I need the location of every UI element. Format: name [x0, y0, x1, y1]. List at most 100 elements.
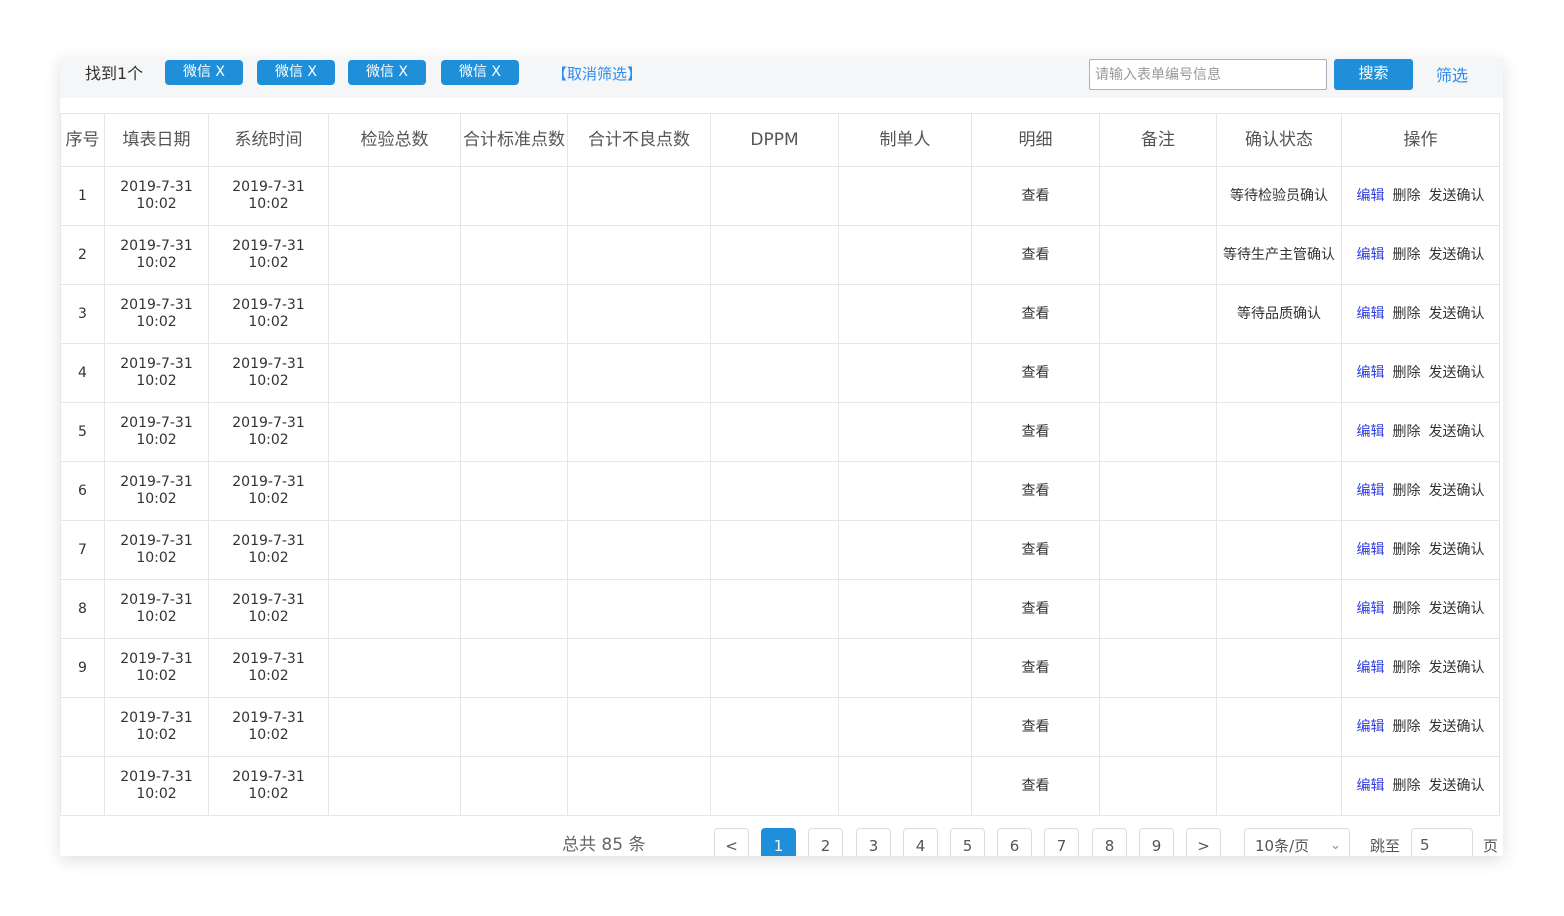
search-input[interactable]	[1089, 59, 1327, 90]
cell-actions: 编辑 删除 发送确认	[1341, 579, 1500, 639]
fill-time: 10:02	[136, 550, 177, 566]
status-text: 等待品质确认	[1237, 305, 1321, 322]
edit-link[interactable]: 编辑	[1357, 778, 1385, 794]
edit-link[interactable]: 编辑	[1357, 188, 1385, 204]
page-button-6[interactable]: 6	[997, 828, 1032, 856]
col-header-fill-date: 填表日期	[104, 113, 209, 167]
search-button[interactable]: 搜索	[1334, 59, 1413, 90]
send-confirm-link[interactable]: 发送确认	[1429, 719, 1485, 735]
cell-standard-points	[460, 343, 568, 403]
table-row: 4 2019-7-31 10:02 2019-7-31 10:02 查看 编辑 删除 发送确认	[60, 343, 1500, 403]
view-detail-link[interactable]: 查看	[1022, 719, 1050, 735]
filter-tag[interactable]: 微信 X	[257, 60, 335, 85]
send-confirm-link[interactable]: 发送确认	[1429, 778, 1485, 794]
cell-actions: 编辑 删除 发送确认	[1341, 343, 1500, 403]
delete-link[interactable]: 删除	[1393, 601, 1421, 617]
view-detail-link[interactable]: 查看	[1022, 778, 1050, 794]
fill-time: 10:02	[136, 609, 177, 625]
table-row: 1 2019-7-31 10:02 2019-7-31 10:02 查看 等待检验员确认 编辑…	[60, 166, 1500, 226]
delete-link[interactable]: 删除	[1393, 306, 1421, 322]
page-button-3[interactable]: 3	[856, 828, 891, 856]
pagination: 总共 85 条 < 1 2 3 4 5 6 7 8 9 > 10条/页 ⌄ 跳至…	[60, 828, 1503, 856]
cell-defect-points	[567, 343, 711, 403]
delete-link[interactable]: 删除	[1393, 483, 1421, 499]
prev-page-button[interactable]: <	[714, 828, 749, 856]
cell-dppm	[710, 520, 839, 580]
delete-link[interactable]: 删除	[1393, 365, 1421, 381]
edit-link[interactable]: 编辑	[1357, 601, 1385, 617]
edit-link[interactable]: 编辑	[1357, 424, 1385, 440]
page-button-9[interactable]: 9	[1139, 828, 1174, 856]
send-confirm-link[interactable]: 发送确认	[1429, 601, 1485, 617]
cell-creator	[838, 343, 972, 403]
send-confirm-link[interactable]: 发送确认	[1429, 483, 1485, 499]
send-confirm-link[interactable]: 发送确认	[1429, 424, 1485, 440]
delete-link[interactable]: 删除	[1393, 424, 1421, 440]
page-button-2[interactable]: 2	[808, 828, 843, 856]
page-button-8[interactable]: 8	[1092, 828, 1127, 856]
page-size-select[interactable]: 10条/页 ⌄	[1244, 828, 1350, 856]
view-detail-link[interactable]: 查看	[1022, 365, 1050, 381]
page-button-1[interactable]: 1	[761, 828, 796, 856]
jump-label: 跳至	[1370, 837, 1401, 855]
cell-remark	[1099, 166, 1217, 226]
cell-status	[1216, 756, 1342, 816]
system-date: 2019-7-31	[232, 356, 305, 372]
delete-link[interactable]: 删除	[1393, 719, 1421, 735]
cell-system-time: 2019-7-31 10:02	[208, 638, 329, 698]
edit-link[interactable]: 编辑	[1357, 660, 1385, 676]
cell-defect-points	[567, 402, 711, 462]
send-confirm-link[interactable]: 发送确认	[1429, 306, 1485, 322]
filter-link[interactable]: 筛选	[1436, 65, 1468, 87]
cell-index: 6	[60, 461, 105, 521]
cell-actions: 编辑 删除 发送确认	[1341, 402, 1500, 462]
view-detail-link[interactable]: 查看	[1022, 188, 1050, 204]
view-detail-link[interactable]: 查看	[1022, 306, 1050, 322]
send-confirm-link[interactable]: 发送确认	[1429, 188, 1485, 204]
jump-page-input[interactable]	[1411, 828, 1473, 856]
delete-link[interactable]: 删除	[1393, 188, 1421, 204]
cell-dppm	[710, 461, 839, 521]
filter-tag[interactable]: 微信 X	[165, 60, 243, 85]
view-detail-link[interactable]: 查看	[1022, 424, 1050, 440]
cell-remark	[1099, 225, 1217, 285]
cell-fill-date: 2019-7-31 10:02	[104, 579, 209, 639]
view-detail-link[interactable]: 查看	[1022, 601, 1050, 617]
fill-time: 10:02	[136, 432, 177, 448]
fill-date: 2019-7-31	[120, 533, 193, 549]
delete-link[interactable]: 删除	[1393, 247, 1421, 263]
view-detail-link[interactable]: 查看	[1022, 483, 1050, 499]
send-confirm-link[interactable]: 发送确认	[1429, 365, 1485, 381]
send-confirm-link[interactable]: 发送确认	[1429, 247, 1485, 263]
found-count: 找到1个	[85, 64, 144, 83]
cell-inspection-total	[328, 402, 461, 462]
cell-detail: 查看	[971, 166, 1100, 226]
cancel-filter-link[interactable]: 【取消筛选】	[552, 63, 642, 85]
page-button-4[interactable]: 4	[903, 828, 938, 856]
send-confirm-link[interactable]: 发送确认	[1429, 542, 1485, 558]
page-button-5[interactable]: 5	[950, 828, 985, 856]
edit-link[interactable]: 编辑	[1357, 247, 1385, 263]
edit-link[interactable]: 编辑	[1357, 719, 1385, 735]
edit-link[interactable]: 编辑	[1357, 542, 1385, 558]
view-detail-link[interactable]: 查看	[1022, 247, 1050, 263]
filter-tag[interactable]: 微信 X	[348, 60, 426, 85]
filter-tag[interactable]: 微信 X	[441, 60, 519, 85]
cell-system-time: 2019-7-31 10:02	[208, 225, 329, 285]
edit-link[interactable]: 编辑	[1357, 365, 1385, 381]
edit-link[interactable]: 编辑	[1357, 306, 1385, 322]
edit-link[interactable]: 编辑	[1357, 483, 1385, 499]
cell-creator	[838, 697, 972, 757]
delete-link[interactable]: 删除	[1393, 778, 1421, 794]
delete-link[interactable]: 删除	[1393, 660, 1421, 676]
next-page-button[interactable]: >	[1186, 828, 1221, 856]
cell-dppm	[710, 343, 839, 403]
view-detail-link[interactable]: 查看	[1022, 660, 1050, 676]
send-confirm-link[interactable]: 发送确认	[1429, 660, 1485, 676]
page-button-7[interactable]: 7	[1044, 828, 1079, 856]
cell-remark	[1099, 520, 1217, 580]
view-detail-link[interactable]: 查看	[1022, 542, 1050, 558]
delete-link[interactable]: 删除	[1393, 542, 1421, 558]
fill-date: 2019-7-31	[120, 238, 193, 254]
cell-system-time: 2019-7-31 10:02	[208, 520, 329, 580]
